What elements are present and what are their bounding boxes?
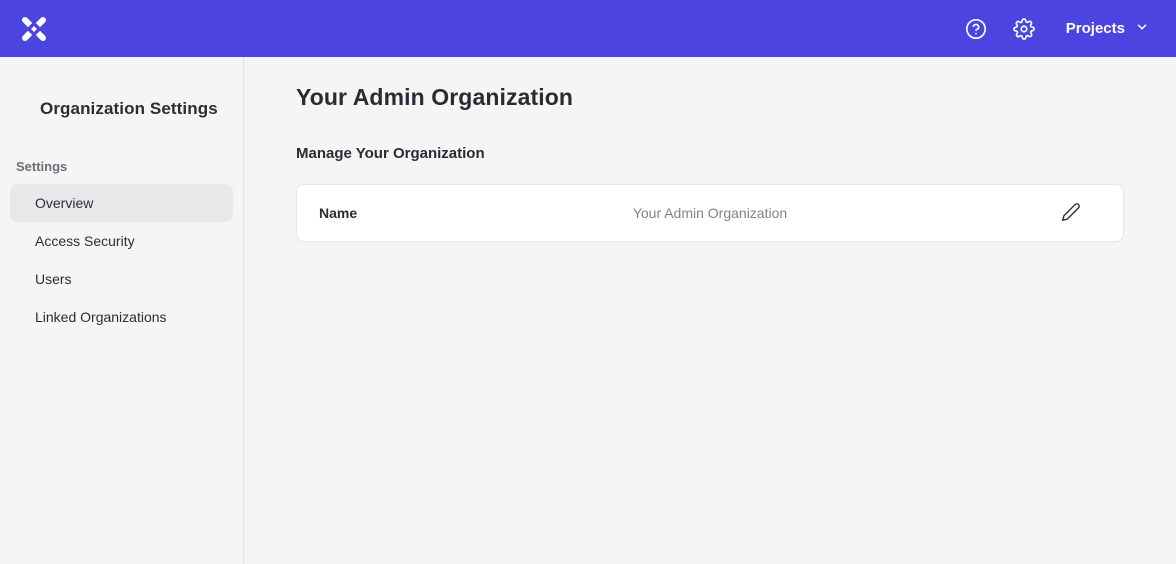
- sidebar-item-users[interactable]: Users: [10, 260, 233, 298]
- sidebar-item-access-security[interactable]: Access Security: [10, 222, 233, 260]
- sidebar-item-label: Linked Organizations: [35, 309, 167, 325]
- section-title: Manage Your Organization: [296, 145, 1124, 162]
- pencil-edit-icon: [1061, 202, 1081, 225]
- help-button[interactable]: [956, 9, 996, 49]
- x-logo[interactable]: [20, 16, 48, 42]
- settings-sidebar: Organization Settings Settings Overview …: [0, 57, 244, 564]
- name-field-label: Name: [319, 205, 357, 221]
- help-circle-icon: [965, 18, 987, 40]
- page-title: Your Admin Organization: [296, 84, 1124, 111]
- chevron-down-icon: [1135, 20, 1149, 38]
- sidebar-section-label: Settings: [0, 159, 243, 174]
- projects-dropdown[interactable]: Projects: [1064, 12, 1151, 46]
- main-content: Your Admin Organization Manage Your Orga…: [244, 57, 1176, 564]
- sidebar-item-label: Overview: [35, 195, 93, 211]
- app-window: Projects Organization Settings Settings …: [0, 0, 1176, 564]
- organization-name-card: Name Your Admin Organization: [296, 184, 1124, 242]
- projects-dropdown-label: Projects: [1066, 20, 1125, 37]
- sidebar-nav: Overview Access Security Users Linked Or…: [0, 184, 243, 336]
- organization-name-value: Your Admin Organization: [297, 205, 1123, 221]
- sidebar-item-label: Users: [35, 271, 72, 287]
- sidebar-item-overview[interactable]: Overview: [10, 184, 233, 222]
- sidebar-item-label: Access Security: [35, 233, 135, 249]
- top-navbar: Projects: [0, 0, 1176, 57]
- sidebar-item-linked-organizations[interactable]: Linked Organizations: [10, 298, 233, 336]
- gear-icon: [1013, 18, 1035, 40]
- sidebar-title: Organization Settings: [0, 99, 243, 119]
- edit-name-button[interactable]: [1057, 199, 1085, 227]
- settings-button[interactable]: [1004, 9, 1044, 49]
